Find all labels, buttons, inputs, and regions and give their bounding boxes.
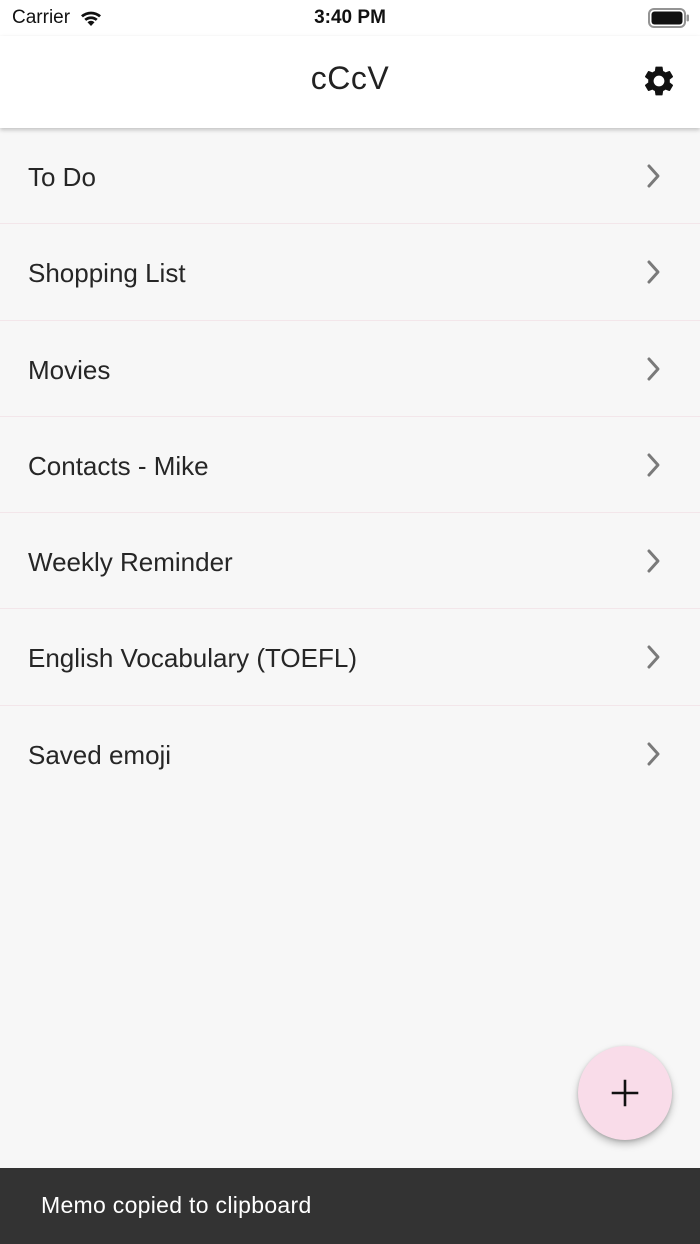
list-item-label: Shopping List: [28, 258, 186, 289]
chevron-right-icon: [647, 645, 660, 669]
wifi-icon: [81, 11, 102, 26]
list-item-weekly-reminder[interactable]: Weekly Reminder: [0, 513, 700, 610]
chevron-right-icon: [647, 549, 660, 573]
status-time: 3:40 PM: [314, 7, 386, 28]
list-item-movies[interactable]: Movies: [0, 321, 700, 417]
add-list-button[interactable]: [578, 1046, 672, 1140]
chevron-right-icon: [647, 260, 660, 284]
app-screen: Carrier 3:40 PM cCcV To Do Shopping List…: [0, 0, 700, 1244]
memo-list: To Do Shopping List Movies Contacts - Mi…: [0, 128, 700, 802]
status-carrier: Carrier: [12, 7, 104, 29]
list-item-label: Contacts - Mike: [28, 450, 209, 481]
snackbar: Memo copied to clipboard: [0, 1168, 700, 1244]
list-item-english-vocabulary[interactable]: English Vocabulary (TOEFL): [0, 609, 700, 706]
chevron-right-icon: [647, 742, 660, 766]
list-item-label: Saved emoji: [28, 739, 172, 770]
navigation-bar: cCcV: [0, 36, 700, 128]
list-item-to-do[interactable]: To Do: [0, 128, 700, 225]
chevron-right-icon: [647, 453, 660, 477]
list-item-label: Movies: [28, 354, 111, 385]
list-item-label: Weekly Reminder: [28, 547, 233, 578]
list-item-saved-emoji[interactable]: Saved emoji: [0, 706, 700, 802]
list-item-contacts-mike[interactable]: Contacts - Mike: [0, 417, 700, 514]
status-bar: Carrier 3:40 PM: [0, 0, 700, 36]
list-item-label: English Vocabulary (TOEFL): [28, 643, 357, 674]
snackbar-message: Memo copied to clipboard: [41, 1192, 312, 1218]
list-item-shopping-list[interactable]: Shopping List: [0, 224, 700, 321]
chevron-right-icon: [647, 357, 660, 381]
settings-button[interactable]: [640, 62, 678, 100]
carrier-label: Carrier: [12, 7, 71, 28]
list-item-label: To Do: [28, 162, 96, 192]
page-title: cCcV: [310, 60, 390, 96]
chevron-right-icon: [647, 164, 660, 188]
plus-icon: [611, 1079, 639, 1107]
gear-icon: [644, 66, 674, 96]
battery-icon: [648, 8, 690, 34]
